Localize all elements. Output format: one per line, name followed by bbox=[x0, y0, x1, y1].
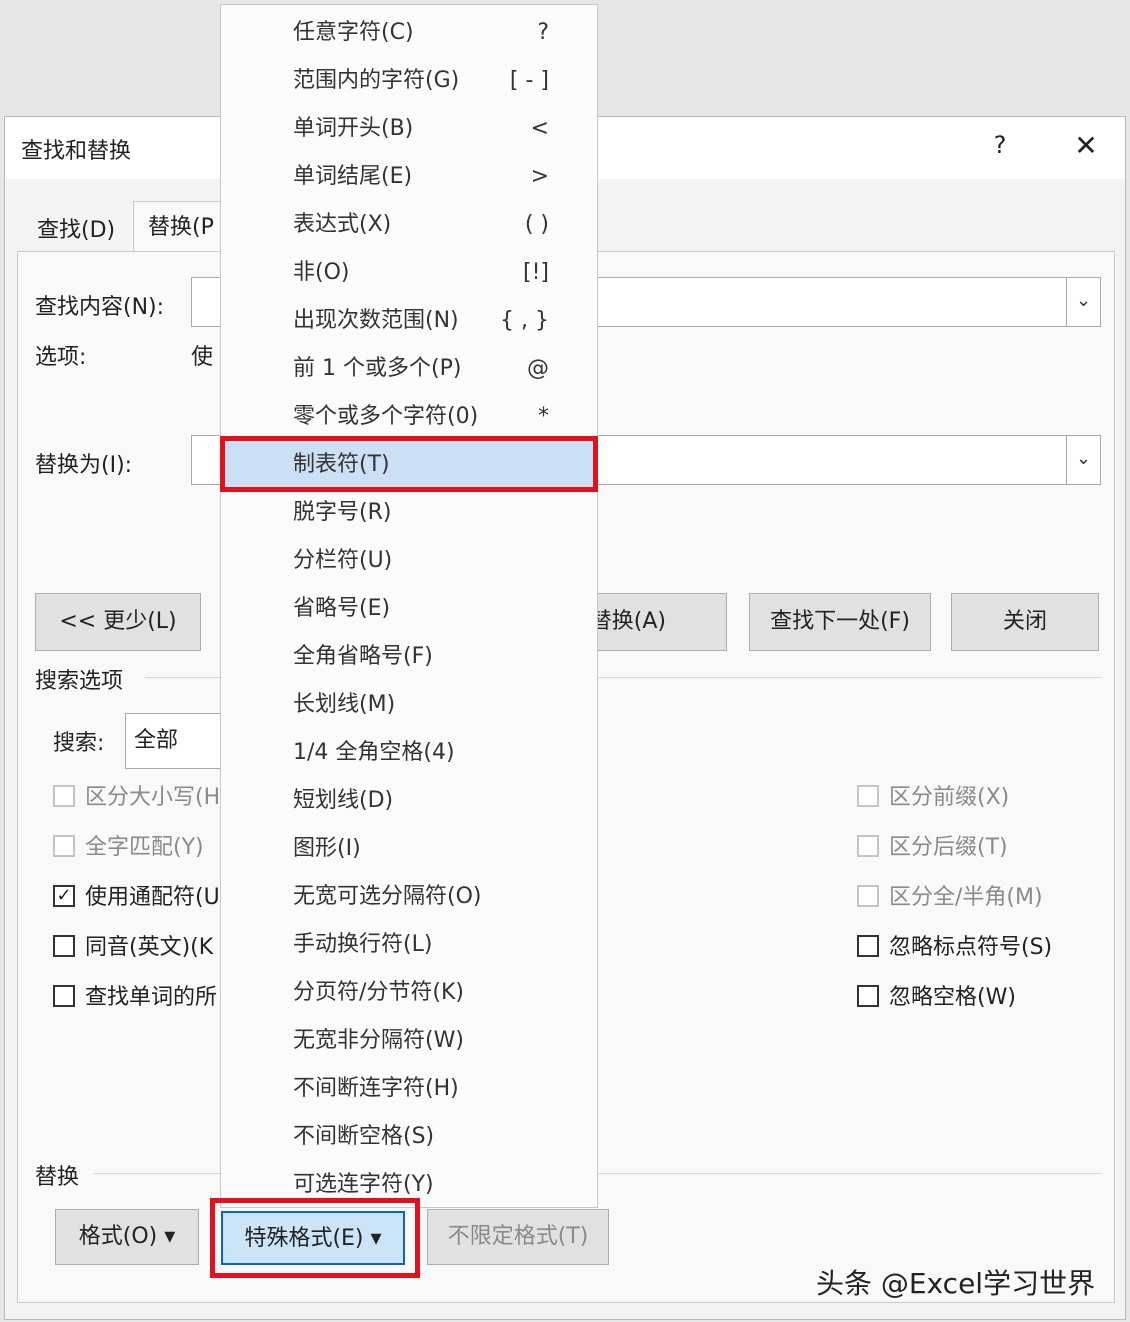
menu-item-label: 分页符/分节符(K) bbox=[293, 980, 465, 1005]
special-format-menu: 任意字符(C)? 范围内的字符(G) [ - ] 单词开头(B) < 单词结尾(E) > 表达… bbox=[220, 4, 598, 1208]
checkbox-ignore-space[interactable]: 忽略空格(W) bbox=[857, 983, 1016, 1013]
menu-item-label: 无宽可选分隔符(O) bbox=[293, 884, 482, 909]
checkbox-width[interactable]: 区分全/半角(M) bbox=[857, 883, 1043, 913]
menu-item-symbol: @ bbox=[527, 356, 549, 381]
menu-item[interactable]: 表达式(X) ( ) bbox=[221, 201, 597, 249]
checkbox-match-case[interactable]: 区分大小写(H bbox=[53, 783, 220, 813]
close-button[interactable]: 关闭 bbox=[951, 593, 1099, 651]
menu-item-label: 零个或多个字符(0) bbox=[293, 404, 479, 429]
menu-item-label: 长划线(M) bbox=[293, 692, 396, 717]
menu-item-label: 非(O) bbox=[293, 260, 350, 285]
search-options-heading: 搜索选项 bbox=[35, 669, 124, 694]
menu-item-symbol: < bbox=[530, 116, 549, 141]
menu-item-label: 前 1 个或多个(P) bbox=[293, 356, 462, 381]
menu-item[interactable]: 无宽非分隔符(W) bbox=[221, 1017, 597, 1065]
menu-item-label: 无宽非分隔符(W) bbox=[293, 1028, 464, 1053]
less-button[interactable]: << 更少(L) bbox=[35, 593, 201, 651]
menu-item[interactable]: 分栏符(U) bbox=[221, 537, 597, 585]
menu-item[interactable]: 脱字号(R) bbox=[221, 489, 597, 537]
check-icon: ✓ bbox=[53, 885, 75, 907]
menu-item-label: 不间断连字符(H) bbox=[293, 1076, 459, 1101]
menu-item[interactable]: 不间断空格(S) bbox=[221, 1113, 597, 1161]
menu-item[interactable]: 单词开头(B) < bbox=[221, 105, 597, 153]
menu-item-label: 手动换行符(L) bbox=[293, 932, 433, 957]
highlight-box bbox=[220, 436, 598, 492]
checkbox-match-suffix[interactable]: 区分后缀(T) bbox=[857, 833, 1008, 863]
menu-item[interactable]: 非(O) [!] bbox=[221, 249, 597, 297]
replace-section-heading: 替换 bbox=[35, 1165, 80, 1190]
dialog-title: 查找和替换 bbox=[21, 139, 132, 164]
watermark: 头条 @Excel学习世界 bbox=[816, 1267, 1096, 1300]
checkbox-match-prefix[interactable]: 区分前缀(X) bbox=[857, 783, 1009, 813]
menu-item[interactable]: 分页符/分节符(K) bbox=[221, 969, 597, 1017]
highlight-box bbox=[210, 1198, 420, 1278]
tab-replace[interactable]: 替换(P bbox=[133, 201, 229, 251]
menu-item-label: 分栏符(U) bbox=[293, 548, 393, 573]
menu-item[interactable]: 全角省略号(F) bbox=[221, 633, 597, 681]
checkbox-sounds-like[interactable]: 同音(英文)(K bbox=[53, 933, 213, 963]
options-label: 选项: bbox=[35, 345, 87, 370]
search-direction-select[interactable]: 全部 bbox=[125, 713, 235, 769]
menu-item-label: 范围内的字符(G) bbox=[293, 68, 460, 93]
menu-item[interactable]: 图形(I) bbox=[221, 825, 597, 873]
menu-item[interactable]: 范围内的字符(G) [ - ] bbox=[221, 57, 597, 105]
menu-item[interactable]: 手动换行符(L) bbox=[221, 921, 597, 969]
menu-item-label: 单词开头(B) bbox=[293, 116, 414, 141]
menu-item-label: 短划线(D) bbox=[293, 788, 394, 813]
menu-item[interactable]: 任意字符(C)? bbox=[221, 9, 597, 57]
menu-item[interactable]: 1/4 全角空格(4) bbox=[221, 729, 597, 777]
replace-label: 替换为(I): bbox=[35, 453, 133, 478]
find-label: 查找内容(N): bbox=[35, 295, 165, 320]
menu-item-symbol: [ - ] bbox=[509, 68, 549, 93]
search-label: 搜索: bbox=[53, 731, 105, 756]
checkbox-all-word-forms[interactable]: 查找单词的所 bbox=[53, 983, 217, 1013]
no-formatting-button[interactable]: 不限定格式(T) bbox=[427, 1209, 609, 1265]
menu-item-symbol: ? bbox=[537, 20, 549, 45]
chevron-down-icon[interactable]: ⌄ bbox=[1066, 436, 1100, 484]
menu-item[interactable]: 前 1 个或多个(P) @ bbox=[221, 345, 597, 393]
checkbox-use-wildcards[interactable]: ✓ 使用通配符(U bbox=[53, 883, 220, 913]
menu-item-label: 表达式(X) bbox=[293, 212, 392, 237]
menu-item[interactable]: 短划线(D) bbox=[221, 777, 597, 825]
menu-item[interactable]: 长划线(M) bbox=[221, 681, 597, 729]
menu-item-label: 出现次数范围(N) bbox=[293, 308, 459, 333]
menu-item-label: 单词结尾(E) bbox=[293, 164, 413, 189]
menu-item-symbol: { , } bbox=[500, 308, 549, 333]
menu-item-symbol: ( ) bbox=[524, 212, 549, 237]
menu-item-label: 不间断空格(S) bbox=[293, 1124, 435, 1149]
menu-item[interactable]: 无宽可选分隔符(O) bbox=[221, 873, 597, 921]
close-icon[interactable]: ✕ bbox=[1069, 129, 1103, 162]
menu-item-label: 图形(I) bbox=[293, 836, 361, 861]
replace-all-button[interactable]: 替换(A) bbox=[585, 593, 727, 651]
menu-item-label: 1/4 全角空格(4) bbox=[293, 740, 455, 765]
menu-item[interactable]: 不间断连字符(H) bbox=[221, 1065, 597, 1113]
find-next-button[interactable]: 查找下一处(F) bbox=[749, 593, 931, 651]
checkbox-ignore-punct[interactable]: 忽略标点符号(S) bbox=[857, 933, 1052, 963]
menu-item[interactable]: 零个或多个字符(0) * bbox=[221, 393, 597, 441]
options-value: 使 bbox=[191, 345, 214, 370]
menu-item-symbol: [!] bbox=[523, 260, 549, 285]
menu-item[interactable]: 出现次数范围(N) { , } bbox=[221, 297, 597, 345]
chevron-down-icon[interactable]: ⌄ bbox=[1066, 278, 1100, 326]
menu-item-label: 任意字符(C) bbox=[293, 20, 414, 45]
help-button[interactable]: ? bbox=[985, 131, 1015, 159]
menu-item[interactable]: 单词结尾(E) > bbox=[221, 153, 597, 201]
format-button[interactable]: 格式(O) ▾ bbox=[55, 1209, 199, 1265]
checkbox-whole-word[interactable]: 全字匹配(Y) bbox=[53, 833, 204, 863]
menu-item-symbol: * bbox=[538, 404, 549, 429]
menu-item[interactable]: 省略号(E) bbox=[221, 585, 597, 633]
menu-item-symbol: > bbox=[530, 164, 549, 189]
menu-item-label: 省略号(E) bbox=[293, 596, 391, 621]
menu-item-label: 全角省略号(F) bbox=[293, 644, 433, 669]
menu-item-label: 脱字号(R) bbox=[293, 500, 392, 525]
tab-find[interactable]: 查找(D) bbox=[23, 209, 129, 253]
